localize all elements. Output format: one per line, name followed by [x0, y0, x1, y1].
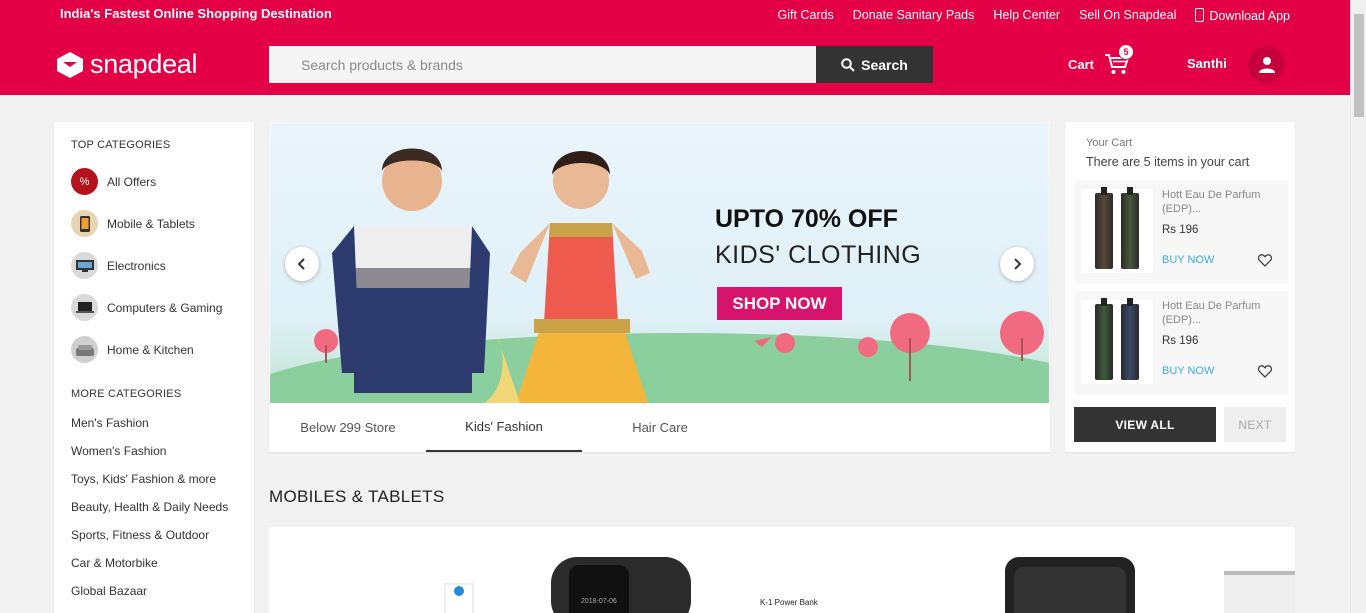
category-label: Home & Kitchen — [107, 342, 194, 357]
product-carousel: 2018-07-06 K-1 Power Bank — [269, 527, 1295, 613]
category-label: Mobile & Tablets — [107, 216, 195, 231]
banner-slide[interactable]: UPTO 70% OFF KIDS' CLOTHING SHOP NOW — [270, 123, 1049, 403]
category-label: All Offers — [107, 174, 157, 189]
cart-item-price: Rs 196 — [1162, 335, 1199, 347]
product-image — [1081, 298, 1153, 384]
scroll-thumb[interactable] — [1354, 14, 1364, 117]
cart-panel-subtitle: There are 5 items in your cart — [1086, 155, 1250, 169]
category-label: Computers & Gaming — [107, 300, 223, 315]
heart-icon[interactable] — [1258, 254, 1272, 267]
banner-tabs: Below 299 Store Kids' Fashion Hair Care — [270, 403, 1049, 452]
user-name[interactable]: Santhi — [1187, 56, 1227, 71]
category-electronics[interactable]: Electronics — [71, 252, 166, 279]
download-app-link[interactable]: Download App — [1195, 8, 1290, 23]
banner-illustration — [314, 148, 1044, 403]
category-home-kitchen[interactable]: Home & Kitchen — [71, 336, 194, 363]
more-categories-title: MORE CATEGORIES — [71, 388, 182, 400]
computer-icon — [71, 294, 98, 321]
search-button[interactable]: Search — [816, 46, 933, 83]
user-icon — [1258, 56, 1275, 73]
tab-below-299-store[interactable]: Below 299 Store — [270, 403, 426, 452]
cart-icon: 5 — [1104, 44, 1135, 76]
cart-item-name: Hott Eau De Parfum (EDP)... — [1162, 300, 1261, 326]
category-computers-gaming[interactable]: Computers & Gaming — [71, 294, 222, 321]
search-icon — [841, 57, 855, 72]
cart-item-price: Rs 196 — [1162, 224, 1199, 236]
search-input[interactable] — [269, 46, 816, 83]
category-mens-fashion[interactable]: Men's Fashion — [71, 416, 149, 430]
category-label: Electronics — [107, 258, 166, 273]
svg-text:2018-07-06: 2018-07-06 — [581, 598, 617, 605]
page-scrollbar[interactable] — [1350, 0, 1366, 613]
category-sports-fitness[interactable]: Sports, Fitness & Outdoor — [71, 528, 209, 542]
mobile-icon — [71, 210, 98, 237]
category-global-bazaar[interactable]: Global Bazaar — [71, 584, 147, 598]
home-icon — [71, 336, 98, 363]
tagline: India's Fastest Online Shopping Destinat… — [60, 6, 332, 21]
category-car-motorbike[interactable]: Car & Motorbike — [71, 556, 158, 570]
category-all-offers[interactable]: % All Offers — [71, 168, 156, 195]
banner-carousel: UPTO 70% OFF KIDS' CLOTHING SHOP NOW Bel… — [269, 122, 1050, 452]
buy-now-link[interactable]: BUY NOW — [1162, 254, 1214, 266]
carousel-prev-button[interactable] — [285, 247, 319, 281]
heart-icon[interactable] — [1258, 365, 1272, 378]
promo-headline: UPTO 70% OFF — [715, 205, 898, 233]
category-mobile-tablets[interactable]: Mobile & Tablets — [71, 210, 195, 237]
cart-item[interactable]: Hott Eau De Parfum (EDP)... Rs 196 BUY N… — [1074, 180, 1288, 284]
tab-hair-care[interactable]: Hair Care — [582, 403, 738, 452]
gift-cards-link[interactable]: Gift Cards — [778, 8, 834, 23]
sell-link[interactable]: Sell On Snapdeal — [1079, 8, 1176, 23]
section-title: MOBILES & TABLETS — [269, 487, 445, 506]
promo-subheadline: KIDS' CLOTHING — [715, 241, 922, 269]
carousel-next-button[interactable] — [1000, 247, 1034, 281]
help-center-link[interactable]: Help Center — [993, 8, 1060, 23]
cart-count-badge: 5 — [1118, 44, 1135, 60]
buy-now-link[interactable]: BUY NOW — [1162, 365, 1214, 377]
download-app-label: Download App — [1209, 9, 1290, 23]
product-label: K-1 Power Bank — [760, 598, 818, 607]
logo-text: snapdeal — [90, 49, 198, 79]
offers-icon: % — [71, 168, 98, 195]
snapdeal-logo-icon — [57, 51, 83, 78]
phone-icon — [1195, 8, 1205, 22]
search-button-label: Search — [861, 56, 908, 73]
donate-link[interactable]: Donate Sanitary Pads — [853, 8, 975, 23]
cart-label: Cart — [1068, 56, 1095, 72]
cart-panel-title: Your Cart — [1086, 137, 1133, 149]
product-image — [1081, 187, 1153, 273]
cart-button[interactable]: Cart 5 — [1068, 44, 1135, 76]
top-bar: India's Fastest Online Shopping Destinat… — [0, 0, 1350, 30]
top-categories-title: TOP CATEGORIES — [71, 139, 171, 151]
cart-panel: Your Cart There are 5 items in your cart… — [1065, 122, 1295, 452]
cart-item[interactable]: Hott Eau De Parfum (EDP)... Rs 196 BUY N… — [1074, 291, 1288, 395]
category-toys-kids[interactable]: Toys, Kids' Fashion & more — [71, 472, 216, 486]
header: snapdeal Search Cart 5 Santhi — [0, 30, 1350, 95]
next-button[interactable]: NEXT — [1224, 407, 1286, 442]
shop-now-button[interactable]: SHOP NOW — [717, 287, 842, 320]
chevron-left-icon — [297, 258, 305, 270]
user-avatar[interactable] — [1248, 46, 1285, 83]
chevron-right-icon — [1014, 258, 1022, 270]
view-all-button[interactable]: VIEW ALL — [1074, 407, 1216, 442]
tab-kids-fashion[interactable]: Kids' Fashion — [426, 403, 582, 452]
cart-item-name: Hott Eau De Parfum (EDP)... — [1162, 189, 1261, 215]
logo[interactable]: snapdeal — [55, 49, 198, 80]
category-sidebar: TOP CATEGORIES % All Offers Mobile & Tab… — [54, 122, 254, 613]
electronics-icon — [71, 252, 98, 279]
category-beauty-health[interactable]: Beauty, Health & Daily Needs — [71, 500, 228, 514]
top-links: Gift Cards Donate Sanitary Pads Help Cen… — [778, 8, 1290, 23]
category-womens-fashion[interactable]: Women's Fashion — [71, 444, 166, 458]
